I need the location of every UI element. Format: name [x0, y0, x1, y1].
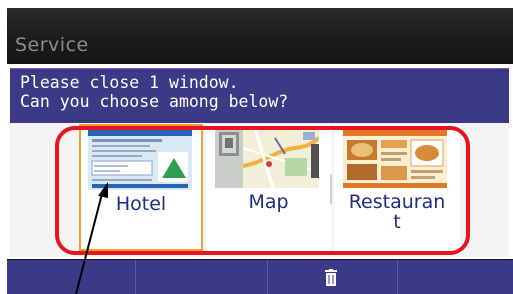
dialog-header: Please close 1 window. Can you choose am…	[10, 68, 509, 123]
title-bar: Service	[7, 8, 513, 62]
message-line-2: Can you choose among below?	[20, 92, 289, 111]
toolbar-separator	[397, 260, 398, 294]
toolbar-separator	[267, 260, 268, 294]
trash-icon[interactable]	[325, 269, 337, 286]
device-screen: Service Please close 1 window. Can you c…	[7, 8, 513, 294]
dialog-message: Please close 1 window. Can you choose am…	[20, 73, 288, 111]
toolbar-separator	[135, 260, 136, 294]
bottom-toolbar	[7, 260, 513, 294]
page-title: Service	[15, 34, 89, 56]
message-line-1: Please close 1 window.	[20, 73, 239, 92]
top-margin	[0, 0, 513, 8]
highlight-frame	[55, 126, 470, 255]
